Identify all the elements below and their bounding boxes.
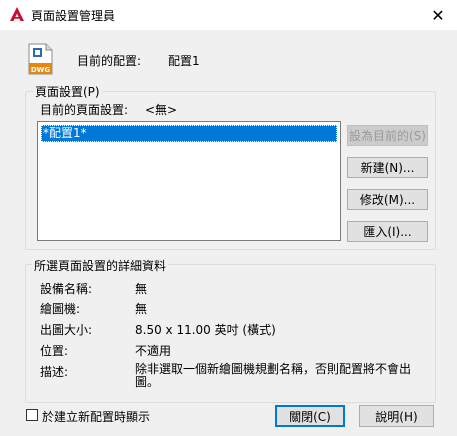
new-button[interactable]: 新建(N)... xyxy=(347,157,428,178)
show-on-create-checkbox[interactable] xyxy=(26,409,38,421)
location-label: 位置: xyxy=(40,344,69,358)
close-button[interactable]: 關閉(C) xyxy=(275,405,345,427)
modify-button[interactable]: 修改(M)... xyxy=(347,189,428,210)
close-icon[interactable]: ✕ xyxy=(425,2,451,28)
import-button[interactable]: 匯入(I)... xyxy=(347,221,428,242)
page-setups-legend: 頁面設置(P) xyxy=(33,83,102,100)
list-item[interactable]: *配置1* xyxy=(41,125,337,142)
window-title: 頁面設置管理員 xyxy=(31,9,116,23)
svg-text:DWG: DWG xyxy=(31,66,51,74)
current-page-setup-label: 目前的頁面設置: xyxy=(40,103,129,117)
plotter-label: 繪圖機: xyxy=(40,302,81,316)
details-legend: 所選頁面設置的詳細資料 xyxy=(32,257,169,274)
show-on-create-label: 於建立新配置時顯示 xyxy=(42,410,151,424)
location-value: 不適用 xyxy=(135,344,172,358)
plot-size-label: 出圖大小: xyxy=(40,323,93,337)
device-name-value: 無 xyxy=(135,282,148,296)
dwg-file-icon: DWG xyxy=(28,43,53,75)
plotter-value: 無 xyxy=(135,302,148,316)
device-name-label: 設備名稱: xyxy=(40,282,93,296)
description-value: 除非選取一個新繪圖機規劃名稱，否則配置將不會出圖。 xyxy=(135,362,412,389)
current-page-setup-value: <無> xyxy=(145,103,178,117)
autocad-logo-icon xyxy=(9,6,25,22)
help-button[interactable]: 說明(H) xyxy=(359,405,434,427)
page-setups-list[interactable]: *配置1* xyxy=(37,121,341,241)
plot-size-value: 8.50 x 11.00 英吋 (橫式) xyxy=(135,323,276,337)
set-current-button[interactable]: 設為目前的(S) xyxy=(347,125,428,146)
description-label: 描述: xyxy=(40,365,69,379)
current-layout-value: 配置1 xyxy=(168,54,200,68)
current-layout-label: 目前的配置: xyxy=(77,54,142,68)
